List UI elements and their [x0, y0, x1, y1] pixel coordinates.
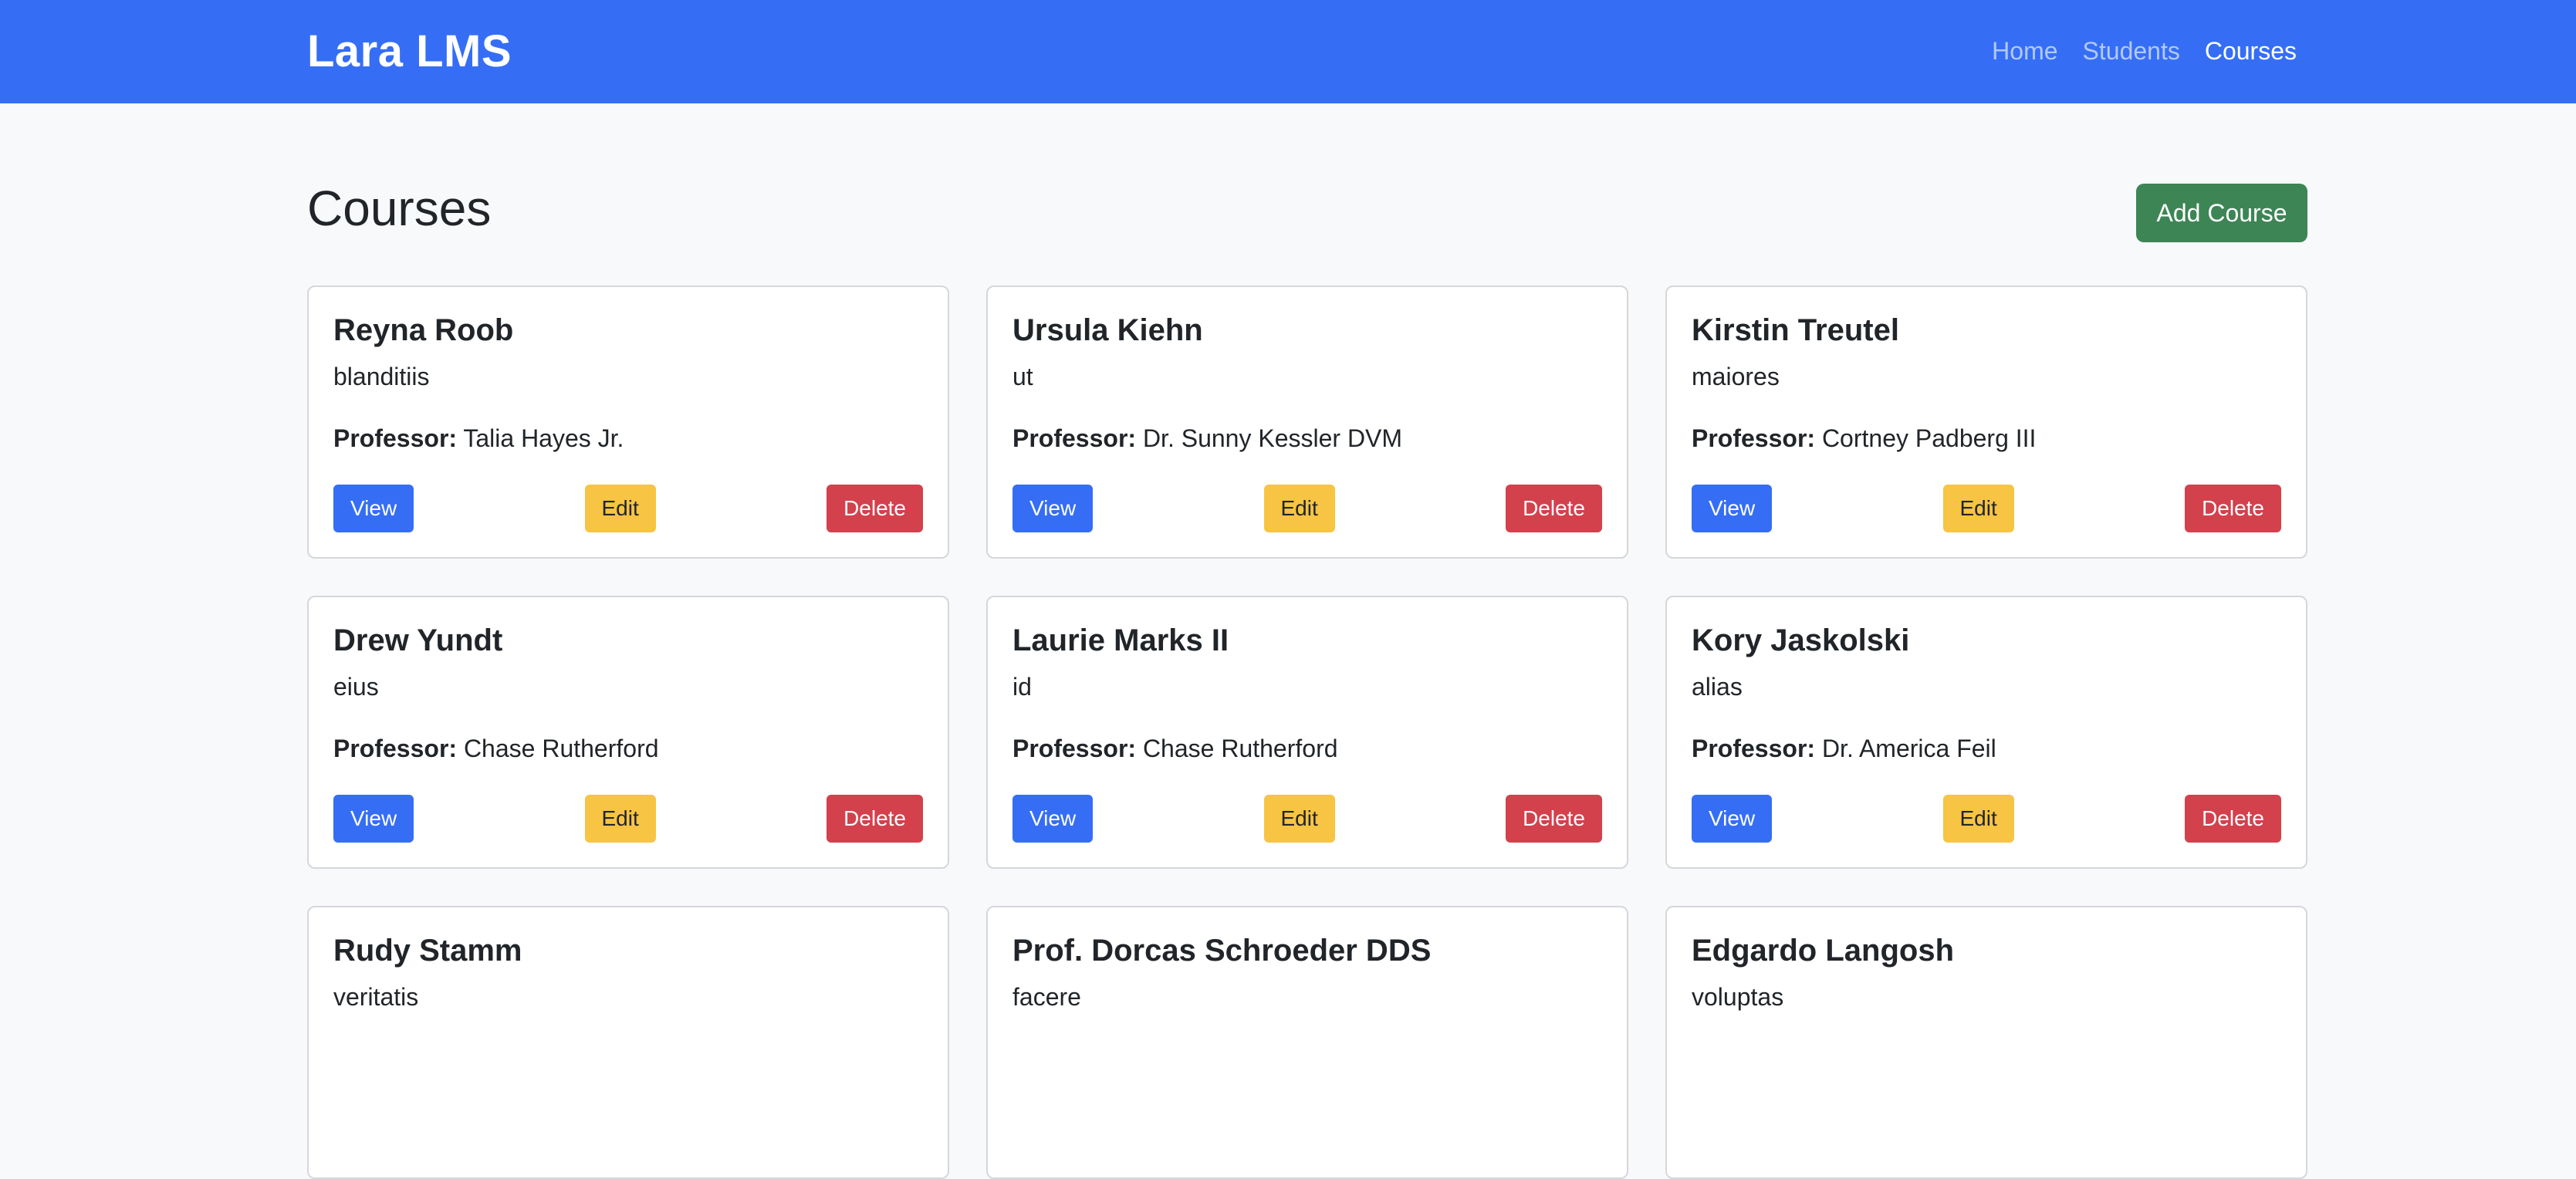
top-navbar: Lara LMS Home Students Courses [0, 0, 2576, 103]
delete-button[interactable]: Delete [2185, 795, 2281, 843]
nav-link-courses[interactable]: Courses [2205, 34, 2297, 68]
course-card: Kirstin Treutel maiores Professor: Cortn… [1665, 285, 2307, 559]
course-code: veritatis [333, 983, 419, 1011]
professor-name: Cortney Padberg III [1821, 424, 2037, 452]
course-card: Ursula Kiehn ut Professor: Dr. Sunny Kes… [986, 285, 1628, 559]
card-actions: View Edit Delete [333, 795, 923, 843]
card-actions: View Edit Delete [1012, 485, 1602, 532]
edit-button[interactable]: Edit [584, 795, 656, 843]
course-card: Laurie Marks II id Professor: Chase Ruth… [986, 596, 1628, 869]
course-professor: Professor: Chase Rutherford [333, 731, 923, 765]
edit-button[interactable]: Edit [584, 485, 656, 532]
course-card: Prof. Dorcas Schroeder DDS facere [986, 906, 1628, 1179]
course-professor: Professor: Chase Rutherford [1012, 731, 1602, 765]
course-name: Drew Yundt [333, 623, 503, 657]
course-name: Kirstin Treutel [1692, 313, 1899, 347]
course-card: Kory Jaskolski alias Professor: Dr. Amer… [1665, 596, 2307, 869]
nav-link-home[interactable]: Home [1992, 34, 2057, 68]
course-name: Rudy Stamm [333, 934, 522, 968]
card-actions: View Edit Delete [1692, 485, 2281, 532]
edit-button[interactable]: Edit [1263, 485, 1335, 532]
course-card: Drew Yundt eius Professor: Chase Rutherf… [307, 596, 949, 869]
edit-button[interactable]: Edit [1942, 795, 2014, 843]
course-card: Edgardo Langosh voluptas [1665, 906, 2307, 1179]
professor-name: Chase Rutherford [463, 735, 659, 762]
professor-name: Dr. Sunny Kessler DVM [1142, 424, 1403, 452]
professor-label: Professor: [1012, 735, 1137, 762]
course-code: eius [333, 673, 379, 701]
course-grid: Reyna Roob blanditiis Professor: Talia H… [307, 285, 2307, 1179]
add-course-button[interactable]: Add Course [2136, 184, 2307, 242]
view-button[interactable]: View [333, 485, 414, 532]
professor-label: Professor: [1692, 735, 1816, 762]
delete-button[interactable]: Delete [2185, 485, 2281, 532]
professor-label: Professor: [333, 424, 458, 452]
course-card: Rudy Stamm veritatis [307, 906, 949, 1179]
course-professor: Professor: Dr. America Feil [1692, 731, 2281, 765]
course-name: Prof. Dorcas Schroeder DDS [1012, 934, 1432, 968]
nav-links: Home Students Courses [1992, 34, 2297, 68]
course-card: Reyna Roob blanditiis Professor: Talia H… [307, 285, 949, 559]
course-code: facere [1012, 983, 1081, 1011]
professor-label: Professor: [1692, 424, 1816, 452]
card-actions: View Edit Delete [333, 485, 923, 532]
course-name: Laurie Marks II [1012, 623, 1229, 657]
delete-button[interactable]: Delete [827, 485, 923, 532]
course-code: maiores [1692, 363, 1780, 390]
professor-label: Professor: [1012, 424, 1137, 452]
course-name: Ursula Kiehn [1012, 313, 1203, 347]
view-button[interactable]: View [333, 795, 414, 843]
card-actions: View Edit Delete [1692, 795, 2281, 843]
view-button[interactable]: View [1692, 485, 1773, 532]
course-code: alias [1692, 673, 1743, 701]
delete-button[interactable]: Delete [1506, 795, 1602, 843]
course-code: voluptas [1692, 983, 1784, 1011]
page-title: Courses [307, 181, 492, 236]
course-code: blanditiis [333, 363, 430, 390]
edit-button[interactable]: Edit [1942, 485, 2014, 532]
delete-button[interactable]: Delete [827, 795, 923, 843]
delete-button[interactable]: Delete [1506, 485, 1602, 532]
professor-name: Dr. America Feil [1821, 735, 1996, 762]
course-name: Edgardo Langosh [1692, 934, 1954, 968]
professor-name: Chase Rutherford [1142, 735, 1338, 762]
course-professor: Professor: Dr. Sunny Kessler DVM [1012, 421, 1602, 455]
edit-button[interactable]: Edit [1263, 795, 1335, 843]
professor-label: Professor: [333, 735, 458, 762]
nav-link-students[interactable]: Students [2083, 34, 2180, 68]
view-button[interactable]: View [1012, 795, 1094, 843]
course-professor: Professor: Talia Hayes Jr. [333, 421, 923, 455]
course-name: Reyna Roob [333, 313, 514, 347]
card-actions: View Edit Delete [1012, 795, 1602, 843]
course-code: id [1012, 673, 1032, 701]
brand-logo[interactable]: Lara LMS [307, 26, 512, 77]
course-professor: Professor: Cortney Padberg III [1692, 421, 2281, 455]
course-name: Kory Jaskolski [1692, 623, 1910, 657]
view-button[interactable]: View [1012, 485, 1094, 532]
course-code: ut [1012, 363, 1033, 390]
professor-name: Talia Hayes Jr. [463, 424, 624, 452]
view-button[interactable]: View [1692, 795, 1773, 843]
